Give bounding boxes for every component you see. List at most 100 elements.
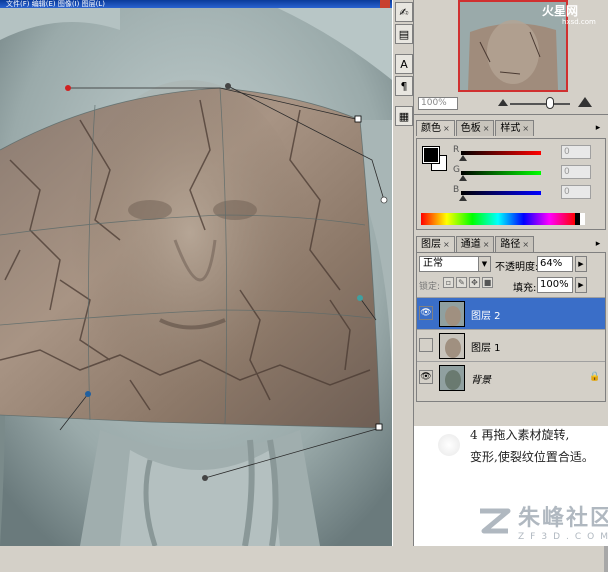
zoom-slider-knob[interactable] xyxy=(546,97,554,109)
fill-label: 填充: xyxy=(513,283,537,294)
layers-tab-label: 通道 xyxy=(460,239,481,250)
zoom-in-icon[interactable] xyxy=(578,97,592,107)
close-icon[interactable]: × xyxy=(522,121,529,136)
lock-transparent-icon[interactable]: ▫ xyxy=(443,277,454,288)
close-icon[interactable]: × xyxy=(443,237,450,252)
hxsd-domain: hxsd.com xyxy=(562,18,596,26)
eye-icon[interactable]: 👁 xyxy=(419,306,433,320)
black-white-swatch[interactable] xyxy=(575,213,585,225)
color-panel-body: R0G0B0 xyxy=(416,138,606,230)
color-spectrum-bar[interactable] xyxy=(421,213,575,225)
layer-row[interactable]: 👁 背景 🔒 xyxy=(417,361,605,393)
layer-row[interactable]: 👁 图层 2 xyxy=(417,297,605,329)
color-tab-0[interactable]: 颜色 × xyxy=(416,120,455,136)
panel-menu-icon[interactable]: ▸ xyxy=(592,123,604,133)
channel-value-field[interactable]: 0 xyxy=(561,145,591,159)
layers-tab-2[interactable]: 路径 × xyxy=(495,236,535,252)
color-tab-label: 色板 xyxy=(460,123,481,134)
layer-row[interactable]: 图层 1 xyxy=(417,329,605,361)
caption-line-1: 4 再拖入素材旋转, xyxy=(470,428,570,442)
color-tab-label: 颜色 xyxy=(421,123,441,134)
navigator-controls: 100% xyxy=(418,96,604,112)
fill-field[interactable]: 100% xyxy=(537,277,573,293)
channel-row-r: R0 xyxy=(453,145,603,163)
lock-controls: ▫ ✎ ✥ ■ xyxy=(443,277,493,288)
lock-all-icon[interactable]: ■ xyxy=(482,277,493,288)
close-icon[interactable]: × xyxy=(443,121,450,136)
clone-stamp-icon[interactable]: ▤ xyxy=(395,24,413,44)
layers-tab-0[interactable]: 图层 × xyxy=(416,236,455,252)
channel-value-field[interactable]: 0 xyxy=(561,185,591,199)
close-icon[interactable] xyxy=(380,0,390,8)
layer-thumbnail xyxy=(439,333,465,359)
opacity-label: 不透明度: xyxy=(495,262,539,273)
zf3d-watermark: 朱峰社区 ZF3D.COM xyxy=(474,500,608,542)
close-icon[interactable]: × xyxy=(483,237,490,252)
layers-tab-label: 图层 xyxy=(421,239,441,250)
channel-slider-track[interactable] xyxy=(461,171,541,175)
navigator-panel: 火星网 hxsd.com 100% xyxy=(414,0,608,115)
zoom-out-icon[interactable] xyxy=(498,99,508,106)
blend-mode-select[interactable]: 正常 ▼ xyxy=(419,256,491,272)
watermark-cn: 朱峰社区 xyxy=(518,506,608,531)
channel-label: R xyxy=(453,145,460,155)
eye-hidden-icon[interactable] xyxy=(419,338,433,352)
layers-tab-1[interactable]: 通道 × xyxy=(455,236,495,252)
panel-menu-icon[interactable]: ▸ xyxy=(592,239,604,249)
channel-row-b: B0 xyxy=(453,185,603,203)
canvas-image xyxy=(0,0,392,546)
color-tab-1[interactable]: 色板 × xyxy=(455,120,495,136)
window-title-bar[interactable]: 文件(F) 编辑(E) 图像(I) 图层(L) xyxy=(0,0,392,8)
layers-panel-body: 正常 ▼ 不透明度: 64% ▶ 锁定: ▫ ✎ ✥ ■ 填充: 100% ▶ … xyxy=(416,252,606,402)
fill-arrow-icon[interactable]: ▶ xyxy=(575,277,587,293)
channel-label: G xyxy=(453,165,460,175)
chevron-down-icon[interactable]: ▼ xyxy=(478,257,490,271)
caption-line-2: 变形,使裂纹位置合适。 xyxy=(470,450,594,464)
eye-icon[interactable]: 👁 xyxy=(419,370,433,384)
channel-slider-track[interactable] xyxy=(461,151,541,155)
color-panel: 颜色 × 色板 × 样式 × ▸ R0G0B0 xyxy=(414,120,608,232)
layers-tab-label: 路径 xyxy=(500,239,521,250)
right-panels: 火星网 hxsd.com 100% 颜色 × 色板 × 样式 × ▸ R0G0B0 图层 ×… xyxy=(414,0,608,572)
close-icon[interactable]: × xyxy=(522,237,529,252)
lock-brush-icon[interactable]: ✎ xyxy=(456,277,467,288)
layer-name: 背景 xyxy=(471,375,491,386)
lock-move-icon[interactable]: ✥ xyxy=(469,277,480,288)
document-canvas[interactable]: 文件(F) 编辑(E) 图像(I) 图层(L) xyxy=(0,0,392,546)
color-panel-tabs: 颜色 × 色板 × 样式 × xyxy=(416,120,535,136)
blend-mode-value: 正常 xyxy=(423,258,443,269)
panel-dock-strip: ✍ ▤ A ¶ ▦ xyxy=(392,0,414,546)
lock-label: 锁定: xyxy=(419,282,441,292)
zf3d-logo-icon xyxy=(480,508,511,534)
color-tab-label: 样式 xyxy=(500,123,521,134)
hxsd-logo: 火星网 xyxy=(542,4,579,18)
paragraph-icon[interactable]: ¶ xyxy=(395,76,413,96)
watermark-en: ZF3D.COM xyxy=(518,532,608,542)
channel-row-g: G0 xyxy=(453,165,603,183)
channel-label: B xyxy=(453,185,460,195)
channel-slider-knob[interactable] xyxy=(459,195,467,201)
text-A-icon[interactable]: A xyxy=(395,54,413,74)
layers-toggle-icon[interactable]: ▦ xyxy=(395,106,413,126)
opacity-field[interactable]: 64% xyxy=(537,256,573,272)
tutorial-caption: 4 再拖入素材旋转, 变形,使裂纹位置合适。 朱峰社区 ZF3D.COM xyxy=(414,426,608,546)
channel-slider-knob[interactable] xyxy=(459,175,467,181)
layer-name: 图层 2 xyxy=(471,311,501,322)
opacity-arrow-icon[interactable]: ▶ xyxy=(575,256,587,272)
color-tab-2[interactable]: 样式 × xyxy=(495,120,535,136)
brush-preset-icon[interactable]: ✍ xyxy=(395,2,413,22)
caption-glow-decoration xyxy=(438,434,460,456)
zoom-field[interactable]: 100% xyxy=(418,97,458,110)
channel-slider-knob[interactable] xyxy=(459,155,467,161)
channel-value-field[interactable]: 0 xyxy=(561,165,591,179)
zoom-slider-track[interactable] xyxy=(510,103,570,105)
layer-name: 图层 1 xyxy=(471,343,501,354)
foreground-color-swatch[interactable] xyxy=(422,146,440,164)
channel-slider-track[interactable] xyxy=(461,191,541,195)
layer-thumbnail xyxy=(439,301,465,327)
lock-icon: 🔒 xyxy=(589,372,601,382)
close-icon[interactable]: × xyxy=(483,121,490,136)
layer-list: 👁 图层 2 图层 1 👁 背景 🔒 xyxy=(417,297,605,393)
layers-panel: 图层 × 通道 × 路径 × ▸ 正常 ▼ 不透明度: 64% ▶ 锁定: ▫ ✎ ✥ ■… xyxy=(414,236,608,572)
window-title: 文件(F) 编辑(E) 图像(I) 图层(L) xyxy=(6,0,105,8)
